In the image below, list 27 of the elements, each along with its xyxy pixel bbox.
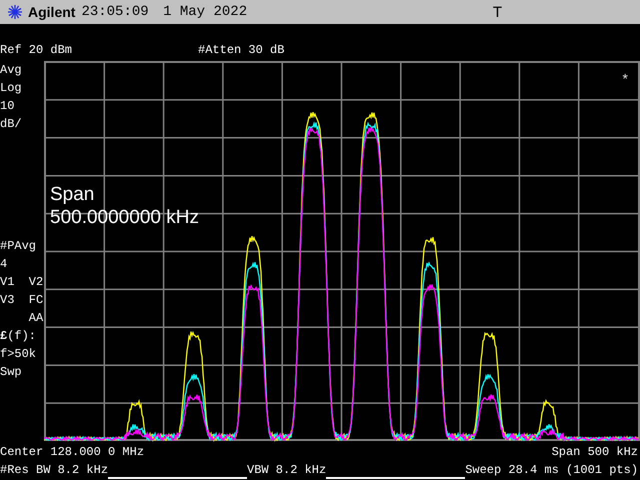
- trace-label: #PAvg: [0, 238, 36, 255]
- marker-symbol: *: [621, 73, 630, 89]
- trace-label: £(f):: [0, 328, 36, 345]
- overlay-title: Span: [50, 183, 94, 206]
- trigger-indicator: T: [492, 4, 502, 20]
- trace-label: 4: [0, 256, 8, 273]
- trace-label: AA: [28, 310, 44, 327]
- clock-time: 23:05:09: [81, 4, 149, 20]
- starburst-logo-icon: [8, 5, 22, 19]
- center-frequency: Center 128.000 0 MHz: [0, 444, 144, 458]
- trace-label: V3 FC: [0, 292, 44, 309]
- span-setting: Span 500 kHz: [552, 444, 638, 458]
- brand-name: Agilent: [28, 4, 76, 20]
- video-bandwidth: VBW 8.2 kHz: [247, 463, 326, 477]
- resolution-bandwidth: #Res BW 8.2 kHz: [0, 463, 108, 477]
- span-value: 500.0000000 kHz: [50, 206, 199, 229]
- trace-label: Swp: [0, 364, 22, 381]
- trace-label: V1 V2: [0, 274, 44, 291]
- scale-label: Avg: [0, 62, 22, 79]
- reference-level: Ref 20 dBm: [0, 42, 72, 58]
- date: 1 May 2022: [162, 4, 248, 20]
- scale-label: Log: [0, 80, 22, 97]
- sweep-time: Sweep 28.4 ms (1001 pts): [465, 463, 640, 477]
- scale-label: dB/: [0, 116, 22, 133]
- trace-label: f>50k: [0, 346, 36, 363]
- scale-label: 10: [0, 98, 14, 115]
- attenuation: #Atten 30 dB: [198, 42, 284, 58]
